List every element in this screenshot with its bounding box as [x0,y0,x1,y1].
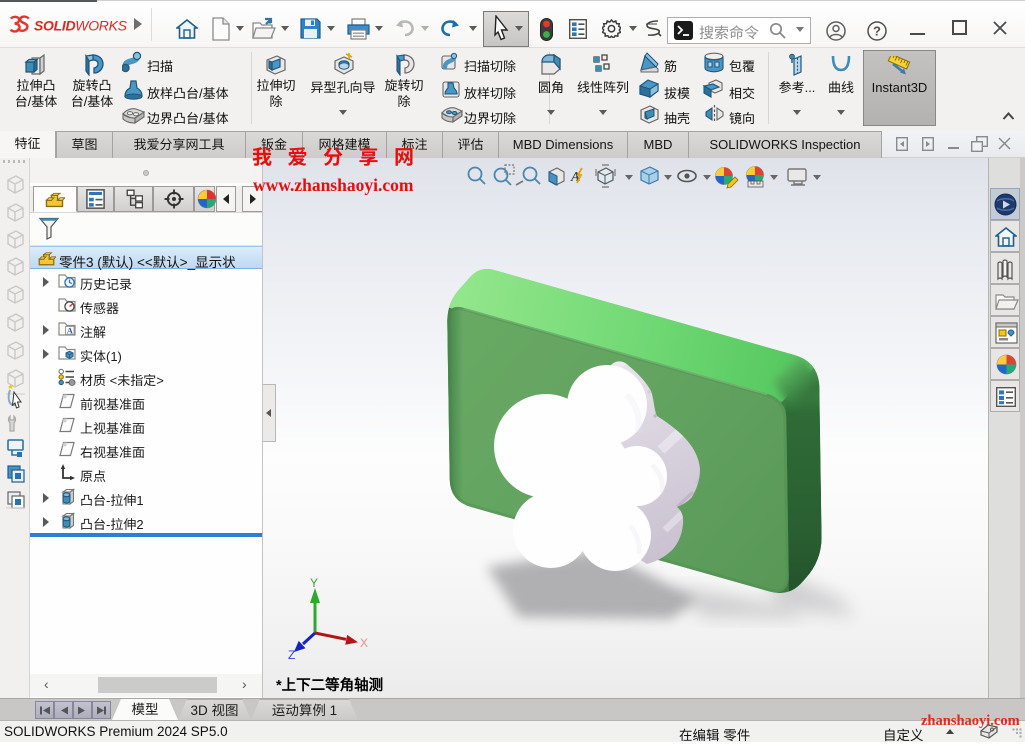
svg-text:X: X [360,636,368,650]
svg-text:A: A [67,326,74,336]
svg-text:SOLIDWORKS: SOLIDWORKS [34,18,128,34]
svg-text:Y: Y [310,576,318,590]
svg-text:Z: Z [288,648,295,662]
svg-text:?: ? [873,24,881,39]
